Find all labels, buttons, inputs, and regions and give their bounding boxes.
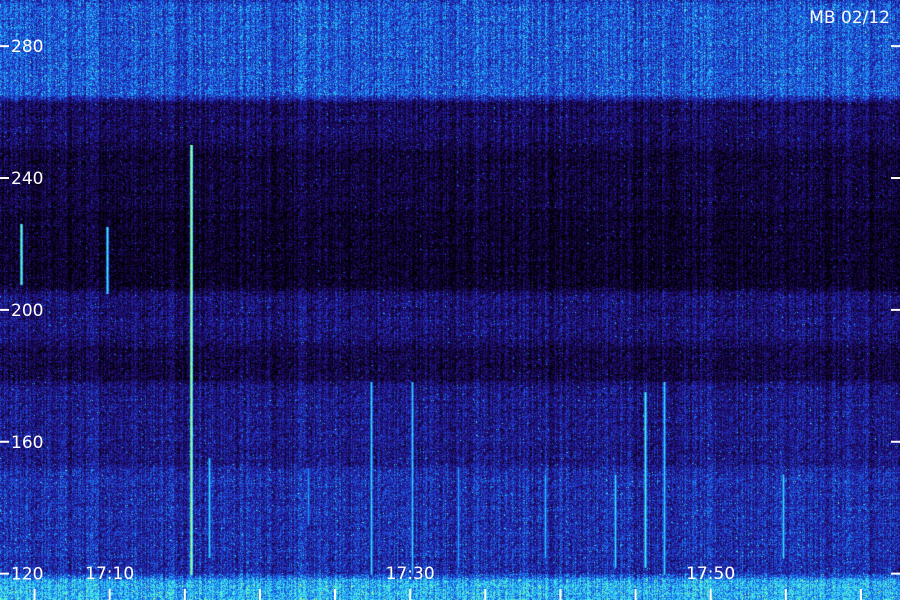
y-tick-label: 280 (11, 37, 43, 57)
y-tick-label: 200 (11, 301, 43, 321)
x-axis: 17:10 17:30 17:50 (33, 564, 862, 600)
y-tick-label: 240 (11, 169, 43, 189)
x-tick-label: 17:30 (386, 564, 435, 584)
chart-overlay: 120 160 200 240 280 17:10 17:30 17:50 MB 02/12 (0, 8, 900, 600)
x-tick-label: 17:50 (686, 564, 735, 584)
date-stamp: MB 02/12 (809, 8, 890, 28)
y-tick-label: 160 (11, 433, 43, 453)
y-tick-label: 120 (11, 565, 43, 585)
y-axis: 120 160 200 240 280 (0, 37, 900, 585)
x-tick-label: 17:10 (85, 564, 134, 584)
